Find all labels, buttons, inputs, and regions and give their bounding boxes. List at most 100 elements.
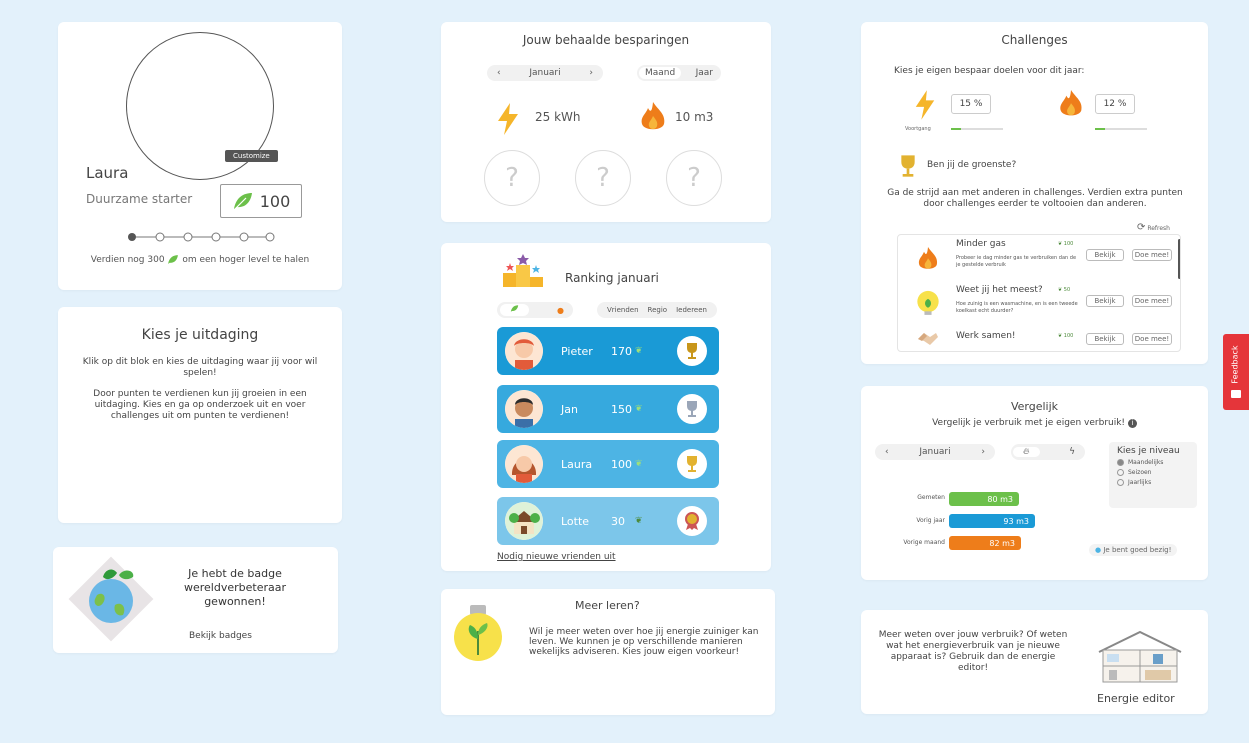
level-option[interactable]: Jaarlijks (1117, 479, 1189, 486)
challenge-pick-text2: Door punten te verdienen kun jij groeien… (93, 389, 307, 421)
compare-card: Vergelijk Vergelijk je verbruik met je e… (861, 386, 1208, 580)
learn-title: Meer leren? (575, 599, 640, 612)
challenge-item[interactable]: Werk samen! ❦ 100 Bekijk Doe mee! (898, 327, 1180, 351)
level-option[interactable]: Seizoen (1117, 469, 1189, 476)
toggle-electricity[interactable]: ϟ (1061, 447, 1083, 457)
lightning-icon (915, 90, 935, 120)
savings-title: Jouw behaalde besparingen (522, 33, 690, 47)
view-badges-link[interactable]: Bekijk badges (189, 631, 252, 641)
toggle-year[interactable]: Jaar (690, 67, 719, 79)
challenge-points: ❦ 50 (1058, 287, 1071, 293)
level-panel-title: Kies je niveau (1117, 446, 1180, 456)
challenges-subtitle: Kies je eigen bespaar doelen voor dit ja… (894, 66, 1085, 76)
elec-goal-progress (951, 128, 1003, 130)
leaf-icon: ❦ (635, 459, 643, 469)
compare-subtitle-text: Vergelijk je verbruik met je eigen verbr… (932, 418, 1126, 428)
challenge-pick-card[interactable]: Kies je uitdaging Klik op dit blok en ki… (58, 307, 342, 523)
avatar (505, 332, 543, 370)
next-month-button[interactable]: › (981, 447, 985, 457)
ranking-row[interactable]: Lotte 30 ❦ (497, 497, 719, 545)
challenge-list-scrollbar[interactable] (1178, 239, 1180, 279)
rank-name: Pieter (561, 344, 593, 358)
filter-region[interactable]: Regio (648, 306, 668, 314)
comparison-bar: 93 m3 (949, 514, 1035, 528)
period-toggle[interactable]: Maand Jaar (637, 65, 721, 81)
editor-card[interactable]: Meer weten over jouw verbruik? Of weten … (861, 610, 1208, 714)
filter-everyone[interactable]: Iedereen (676, 306, 707, 314)
ranking-row[interactable]: Laura 100 ❦ (497, 440, 719, 488)
join-challenge-button[interactable]: Doe mee! (1132, 249, 1172, 261)
rank-name: Jan (561, 402, 578, 416)
leaf-icon (233, 193, 252, 210)
ranking-filter[interactable]: Vrienden Regio Iedereen (597, 302, 717, 318)
challenge-item[interactable]: Minder gas ❦ 100 Probeer ie dag minder g… (898, 235, 1180, 281)
avatar (505, 390, 543, 428)
challenge-points-value: 100 (1063, 333, 1074, 339)
info-icon[interactable]: i (1127, 419, 1137, 428)
prev-month-button[interactable]: ‹ (497, 68, 501, 78)
savings-card: Jouw behaalde besparingen ‹ Januari › Ma… (441, 22, 771, 222)
feedback-icon (1231, 390, 1241, 398)
gas-saving: 10 m3 (675, 110, 714, 124)
profile-title: Duurzame starter (86, 192, 193, 206)
house-icon (1098, 630, 1182, 683)
filter-friends[interactable]: Vrienden (607, 306, 639, 314)
toggle-gas[interactable]: 🔥︎ (1013, 447, 1040, 457)
gas-goal-progress (1095, 128, 1147, 130)
savings-month: Januari (529, 68, 561, 78)
challenge-desc: Probeer ie dag minder gas te verbruiken … (956, 255, 1077, 268)
view-challenge-button[interactable]: Bekijk (1086, 333, 1124, 345)
leaf-icon: ❦ (635, 346, 643, 356)
toggle-month[interactable]: Maand (639, 67, 682, 79)
profile-card: Customize Laura Duurzame starter 100 Ver… (58, 22, 342, 290)
level-option-label: Seizoen (1128, 469, 1152, 476)
profile-name: Laura (86, 164, 129, 182)
flame-icon (918, 247, 938, 269)
invite-friends-link[interactable]: Nodig nieuwe vrienden uit (497, 552, 616, 562)
elec-goal-caption: Voortgang (905, 126, 931, 132)
trophy-icon (677, 449, 707, 479)
compare-month-selector[interactable]: ‹ Januari › (875, 444, 995, 460)
globe-icon: ● (1095, 546, 1102, 554)
unknown-saving-2: ? (575, 150, 631, 206)
toggle-points[interactable] (500, 304, 529, 316)
challenge-pick-title: Kies je uitdaging (141, 327, 259, 343)
learn-card: Meer leren? Wil je meer weten over hoe j… (441, 589, 775, 715)
level-hint-post: om een hoger level te halen (182, 255, 310, 265)
toggle-energy[interactable]: ● (551, 306, 570, 315)
ranking-type-toggle[interactable]: ● (497, 302, 573, 318)
lightbulb-icon (917, 290, 939, 315)
flame-icon (641, 102, 665, 130)
ranking-row[interactable]: Jan 150 ❦ (497, 385, 719, 433)
green-title: Ben jij de groenste? (927, 160, 1017, 170)
gas-goal-input[interactable]: 12 % (1095, 94, 1135, 114)
next-month-button[interactable]: › (589, 68, 593, 78)
join-challenge-button[interactable]: Doe mee! (1132, 295, 1172, 307)
learn-text: Wil je meer weten over hoe jij energie z… (529, 627, 759, 657)
challenge-title: Weet jij het meest? (956, 285, 1043, 295)
unknown-saving-1: ? (484, 150, 540, 206)
level-option[interactable]: Maandelijks (1117, 459, 1189, 466)
view-challenge-button[interactable]: Bekijk (1086, 249, 1124, 261)
feedback-tab[interactable]: Feedback (1223, 334, 1249, 410)
green-text: Ga de strijd aan met anderen in challeng… (887, 188, 1183, 209)
ranking-row[interactable]: Pieter 170 ❦ (497, 327, 719, 375)
view-challenge-button[interactable]: Bekijk (1086, 295, 1124, 307)
level-hint: Verdien nog 300 om een hoger level te ha… (58, 254, 342, 265)
refresh-button[interactable]: ⟳ Refresh (1137, 222, 1170, 233)
rank-points: 100 (611, 457, 632, 471)
refresh-label: Refresh (1147, 225, 1170, 232)
prev-month-button[interactable]: ‹ (885, 447, 889, 457)
level-option-label: Jaarlijks (1128, 479, 1152, 486)
elec-goal-input[interactable]: 15 % (951, 94, 991, 114)
join-challenge-button[interactable]: Doe mee! (1132, 333, 1172, 345)
refresh-icon: ⟳ (1137, 222, 1146, 233)
savings-month-selector[interactable]: ‹ Januari › (487, 65, 603, 81)
customize-button[interactable]: Customize (225, 150, 278, 162)
challenge-pick-text1: Klik op dit blok en kies de uitdaging wa… (82, 357, 318, 378)
energy-type-toggle[interactable]: 🔥︎ ϟ (1011, 444, 1085, 460)
challenge-item[interactable]: Weet jij het meest? ❦ 50 Hoe zuinig is e… (898, 281, 1180, 327)
trophy-icon (677, 336, 707, 366)
rank-name: Lotte (561, 514, 590, 528)
rank-name: Laura (561, 457, 593, 471)
